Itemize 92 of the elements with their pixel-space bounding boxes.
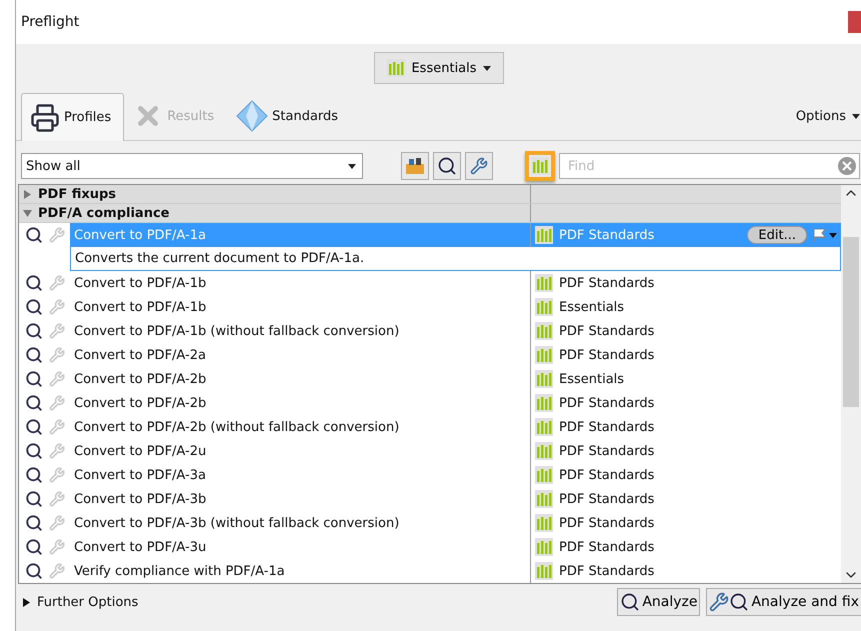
scrollbar[interactable] [841,185,861,583]
profile-name[interactable]: Convert to PDF/A-2b [70,367,530,391]
library-bars-icon [531,157,549,175]
library-name: PDF Standards [559,564,654,578]
library-name: PDF Standards [559,324,654,338]
library-bars-icon [535,514,553,532]
library-name: PDF Standards [559,540,654,554]
profile-name[interactable]: Convert to PDF/A-2a [70,343,530,367]
caret-icon [348,164,356,168]
library-bars-icon [535,418,553,436]
search-icon[interactable] [25,226,43,244]
tab[interactable]: Standards [227,92,352,140]
profile-name[interactable]: Convert to PDF/A-3u [70,535,530,559]
group-row[interactable]: PDF fixups [19,185,841,204]
library-bars-icon [535,274,553,292]
library-bars-icon [535,298,553,316]
find-field[interactable]: Find [559,153,860,179]
search-button[interactable] [433,152,461,180]
library-bars-icon [535,490,553,508]
library-name: PDF Standards [559,516,654,530]
search-icon[interactable] [25,298,43,316]
wrench-icon [709,592,730,612]
diamond-icon [236,100,268,132]
search-icon[interactable] [25,466,43,484]
profile-name[interactable]: Convert to PDF/A-3a [70,463,530,487]
library-name: PDF Standards [559,468,654,482]
profile-name[interactable]: Verify compliance with PDF/A-1a [70,559,530,583]
library-name: PDF Standards [559,228,654,242]
caret-icon [852,114,860,118]
profile-description: Converts the current document to PDF/A-1a. [70,247,841,271]
library-bars-icon [535,466,553,484]
edit-button[interactable]: Edit... [747,226,807,244]
search-icon[interactable] [25,562,43,580]
find-input[interactable]: Find [566,158,837,174]
library-name: Essentials [559,300,624,314]
library-bars-icon [535,322,553,340]
profile-name[interactable]: Convert to PDF/A-2b (without fallback conversion) [70,415,530,439]
search-icon [729,592,750,612]
library-name: PDF Standards [559,492,654,506]
library-name: PDF Standards [559,348,654,362]
library-bars-icon [535,562,553,580]
toolbox-icon [405,157,425,175]
library-name: PDF Standards [559,396,654,410]
search-icon[interactable] [25,346,43,364]
caret-icon [482,66,491,70]
search-icon[interactable] [25,442,43,460]
profile-name[interactable]: Convert to PDF/A-3b (without fallback conversion) [70,511,530,535]
printer-icon [30,102,60,132]
wrench-icon [470,157,488,175]
collapsed-arrow-icon [23,190,32,198]
library-name: PDF Standards [559,444,654,458]
flag-icon[interactable] [813,228,837,242]
expanded-arrow-icon [23,208,32,218]
profile-name[interactable]: Convert to PDF/A-2b [70,391,530,415]
search-icon[interactable] [25,322,43,340]
library-name: PDF Standards [559,276,654,290]
library-bars-icon [535,394,553,412]
library-name: Essentials [559,372,624,386]
profile-set-button[interactable]: Essentials [374,52,504,84]
search-icon[interactable] [25,418,43,436]
analyze-button[interactable]: Analyze [617,588,700,616]
further-options-toggle[interactable]: Further Options [22,594,138,610]
library-name: PDF Standards [559,420,654,434]
profile-name[interactable]: Convert to PDF/A-1b (without fallback conversion) [70,319,530,343]
clear-icon [837,156,857,176]
library-bars-icon [535,370,553,388]
profile-name[interactable]: Convert to PDF/A-2u [70,439,530,463]
group-row[interactable]: PDF/A compliance [19,204,841,223]
profile-name[interactable]: Convert to PDF/A-1b [70,295,530,319]
collapsed-arrow-icon [22,598,31,606]
search-icon [437,156,457,176]
search-icon[interactable] [25,514,43,532]
filter-dropdown[interactable]: Show all [21,153,363,179]
library-bars-icon [535,346,553,364]
library-bars-icon [535,538,553,556]
toolbox-button[interactable] [401,152,429,180]
library-bars-icon [387,59,406,77]
window-title: Preflight [21,14,80,30]
wrench-button[interactable] [465,152,493,180]
search-icon[interactable] [25,538,43,556]
search-icon[interactable] [25,274,43,292]
search-icon[interactable] [25,490,43,508]
profile-name[interactable]: Convert to PDF/A-1b [70,271,530,295]
search-icon[interactable] [25,394,43,412]
profile-name[interactable]: Convert to PDF/A-3b [70,487,530,511]
library-bars-icon [535,442,553,460]
options-menu[interactable]: Options [796,108,846,124]
tab[interactable]: Profiles [21,93,124,141]
analyze-button[interactable]: Analyze and fix [706,588,861,616]
library-bars-icon [535,226,553,244]
search-icon[interactable] [25,370,43,388]
search-icon [620,592,640,612]
